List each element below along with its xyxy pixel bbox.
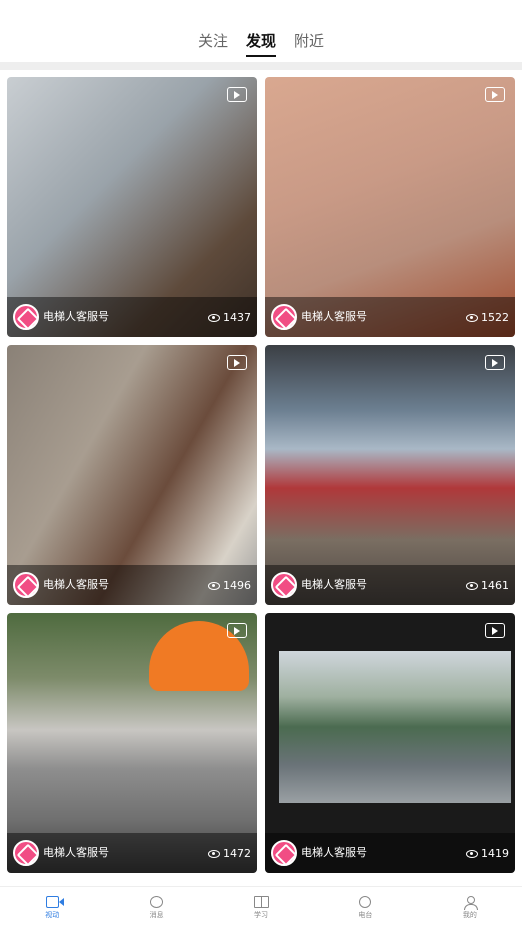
avatar[interactable]: [271, 572, 297, 598]
radio-icon: [359, 895, 372, 908]
nav-study[interactable]: 学习: [209, 887, 313, 928]
view-count-value: 1472: [223, 847, 251, 860]
divider: [0, 62, 522, 70]
video-card[interactable]: 电梯人客服号 1522: [265, 77, 515, 337]
play-icon: [227, 623, 247, 638]
nav-label: 消息: [149, 910, 164, 919]
tab-nearby[interactable]: 附近: [294, 30, 324, 57]
video-card[interactable]: 电梯人客服号 1437: [7, 77, 257, 337]
nav-label: 学习: [254, 910, 269, 919]
avatar[interactable]: [13, 572, 39, 598]
view-count: 1472: [208, 847, 251, 860]
view-count: 1419: [466, 847, 509, 860]
eye-icon: [208, 313, 220, 322]
view-count: 1461: [466, 579, 509, 592]
video-card[interactable]: 电梯人客服号 1496: [7, 345, 257, 605]
video-thumbnail: [279, 651, 511, 803]
eye-icon: [208, 581, 220, 590]
nav-label: 我的: [462, 910, 477, 919]
eye-icon: [466, 313, 478, 322]
nav-video[interactable]: 视动: [0, 887, 104, 928]
play-icon: [227, 87, 247, 102]
video-card[interactable]: 电梯人客服号 1419: [265, 613, 515, 873]
author-name[interactable]: 电梯人客服号: [301, 576, 367, 592]
author-name[interactable]: 电梯人客服号: [301, 308, 367, 324]
book-icon: [253, 895, 269, 908]
play-icon: [485, 623, 505, 638]
feed-tabs: 关注 发现 附近: [0, 30, 522, 57]
play-icon: [485, 87, 505, 102]
video-icon: [45, 895, 64, 908]
view-count: 1522: [466, 311, 509, 324]
play-icon: [485, 355, 505, 370]
view-count-value: 1419: [481, 847, 509, 860]
view-count: 1496: [208, 579, 251, 592]
bottom-navigation: 视动 消息 学习 电台 我的: [0, 886, 522, 928]
avatar[interactable]: [13, 304, 39, 330]
avatar[interactable]: [271, 840, 297, 866]
view-count: 1437: [208, 311, 251, 324]
nav-profile[interactable]: 我的: [418, 887, 522, 928]
nav-messages[interactable]: 消息: [104, 887, 208, 928]
eye-icon: [208, 849, 220, 858]
top-bar: 关注 发现 附近: [0, 0, 522, 62]
tab-discover[interactable]: 发现: [245, 30, 277, 57]
view-count-value: 1461: [481, 579, 509, 592]
nav-radio[interactable]: 电台: [313, 887, 417, 928]
eye-icon: [466, 849, 478, 858]
author-name[interactable]: 电梯人客服号: [43, 576, 109, 592]
nav-label: 电台: [358, 910, 373, 919]
video-card[interactable]: 电梯人客服号 1472: [7, 613, 257, 873]
view-count-value: 1522: [481, 311, 509, 324]
video-card[interactable]: 电梯人客服号 1461: [265, 345, 515, 605]
play-icon: [227, 355, 247, 370]
view-count-value: 1437: [223, 311, 251, 324]
author-name[interactable]: 电梯人客服号: [301, 844, 367, 860]
eye-icon: [466, 581, 478, 590]
avatar[interactable]: [13, 840, 39, 866]
user-icon: [463, 895, 478, 910]
message-icon: [150, 895, 164, 908]
nav-label: 视动: [45, 910, 60, 919]
avatar[interactable]: [271, 304, 297, 330]
tab-follow[interactable]: 关注: [198, 30, 228, 57]
author-name[interactable]: 电梯人客服号: [43, 844, 109, 860]
view-count-value: 1496: [223, 579, 251, 592]
author-name[interactable]: 电梯人客服号: [43, 308, 109, 324]
